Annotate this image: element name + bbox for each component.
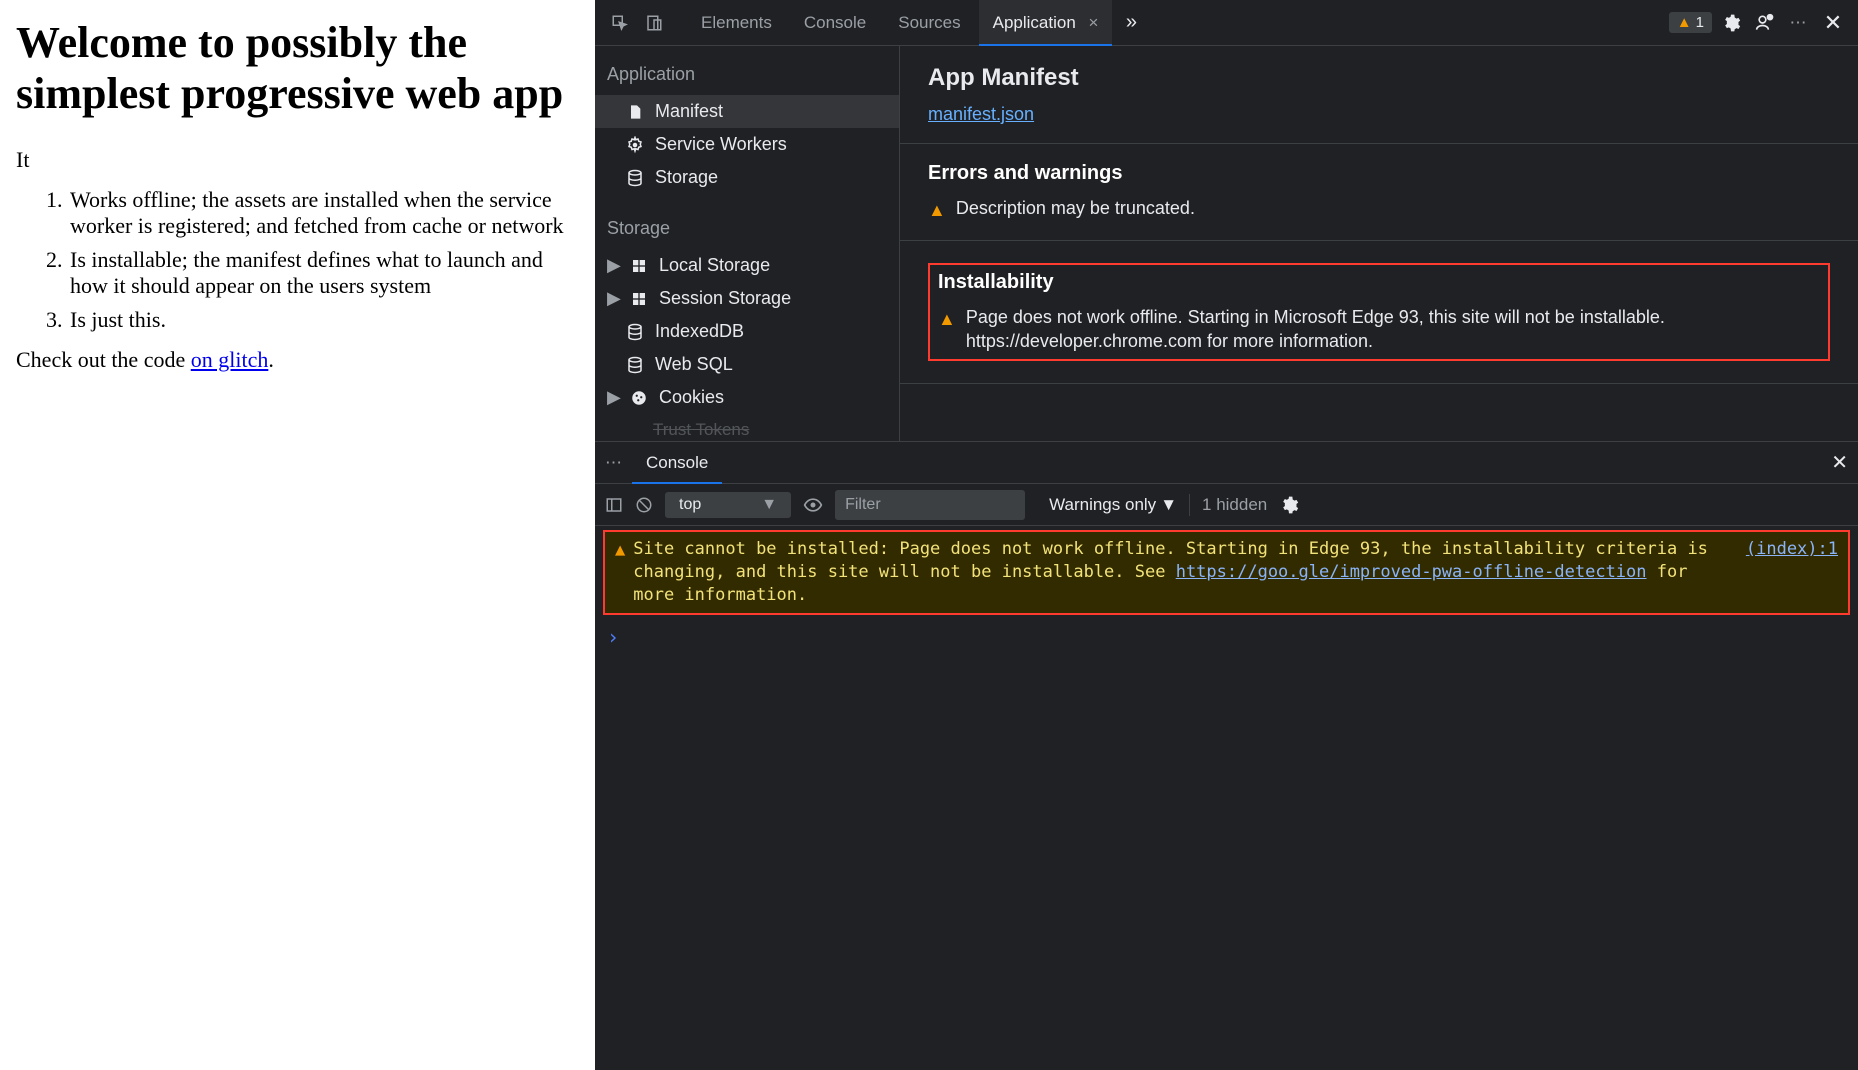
drawer-tabbar: ⋯ Console ✕ [595, 442, 1858, 484]
sidebar-item-storage[interactable]: Storage [595, 161, 899, 194]
clear-console-icon[interactable] [635, 496, 653, 514]
device-toggle-icon[interactable] [639, 8, 669, 38]
warning-icon: ▲ [1677, 14, 1692, 31]
console-warning-text: Site cannot be installed: Page does not … [633, 538, 1738, 607]
application-main: App Manifest manifest.json Errors and wa… [900, 46, 1858, 441]
context-label: top [679, 496, 701, 514]
sidebar-item-trust-tokens[interactable]: Trust Tokens [595, 414, 899, 441]
chevron-right-icon: ▶ [607, 387, 619, 408]
context-selector[interactable]: top ▼ [665, 492, 791, 518]
grid-icon [629, 256, 649, 276]
chevron-right-icon: ▶ [607, 255, 619, 276]
console-link[interactable]: https://goo.gle/improved-pwa-offline-det… [1176, 562, 1647, 582]
sidebar-item-manifest[interactable]: Manifest [595, 95, 899, 128]
live-expression-icon[interactable] [803, 495, 823, 515]
sidebar-item-label: Web SQL [655, 354, 733, 375]
tab-sources[interactable]: Sources [884, 0, 974, 46]
devtools-panel: Elements Console Sources Application × »… [595, 0, 1858, 1070]
sidebar-item-websql[interactable]: Web SQL [595, 348, 899, 381]
installability-heading: Installability [938, 271, 1820, 294]
page-title: Welcome to possibly the simplest progres… [16, 18, 579, 119]
outro-prefix: Check out the code [16, 347, 191, 372]
sidebar-item-label: Local Storage [659, 255, 770, 276]
settings-icon[interactable] [1716, 8, 1746, 38]
sidebar-item-label: Cookies [659, 387, 724, 408]
chevron-right-icon: ▶ [607, 288, 619, 309]
file-icon [625, 102, 645, 122]
installability-text: Page does not work offline. Starting in … [966, 306, 1820, 353]
database-icon [625, 355, 645, 375]
warnings-pill[interactable]: ▲ 1 [1669, 12, 1712, 33]
installability-highlight: Installability ▲ Page does not work offl… [928, 263, 1830, 361]
level-label: Warnings only [1049, 495, 1156, 515]
sidebar-item-label: IndexedDB [655, 321, 744, 342]
filter-input[interactable] [835, 490, 1025, 520]
grid-icon [629, 289, 649, 309]
tab-application[interactable]: Application × [979, 0, 1113, 46]
gear-icon [625, 135, 645, 155]
console-drawer: ⋯ Console ✕ top ▼ Warnings only ▼ [595, 441, 1858, 1070]
sidebar-section-application: Application [595, 54, 899, 95]
devtools-tabbar: Elements Console Sources Application × »… [595, 0, 1858, 46]
cookie-icon [629, 388, 649, 408]
app-manifest-heading: App Manifest [928, 64, 1830, 92]
console-warning-row: ▲ Site cannot be installed: Page does no… [603, 530, 1850, 615]
page-intro: It [16, 147, 579, 173]
sidebar-item-label: Storage [655, 167, 718, 188]
list-item: Works offline; the assets are installed … [68, 187, 579, 239]
warning-icon: ▲ [615, 539, 625, 562]
page-list: Works offline; the assets are installed … [68, 187, 579, 333]
sidebar-item-cookies[interactable]: ▶ Cookies [595, 381, 899, 414]
tab-application-label: Application [993, 13, 1076, 32]
drawer-more-icon[interactable]: ⋯ [605, 453, 624, 473]
errors-heading: Errors and warnings [928, 162, 1830, 185]
sidebar-item-session-storage[interactable]: ▶ Session Storage [595, 282, 899, 315]
console-toolbar: top ▼ Warnings only ▼ 1 hidden [595, 484, 1858, 526]
list-item: Is installable; the manifest defines wha… [68, 247, 579, 299]
page-outro: Check out the code on glitch. [16, 347, 579, 373]
console-source-link[interactable]: (index):1 [1746, 538, 1838, 561]
installability-row: ▲ Page does not work offline. Starting i… [938, 306, 1820, 353]
more-tabs-icon[interactable]: » [1116, 8, 1146, 38]
sidebar-item-label: Manifest [655, 101, 723, 122]
inspect-icon[interactable] [605, 8, 635, 38]
console-settings-icon[interactable] [1279, 495, 1299, 515]
list-item: Is just this. [68, 307, 579, 333]
kebab-icon[interactable]: ⋯ [1784, 8, 1814, 38]
close-devtools-icon[interactable]: ✕ [1818, 8, 1848, 38]
sidebar-item-label: Session Storage [659, 288, 791, 309]
sidebar-item-service-workers[interactable]: Service Workers [595, 128, 899, 161]
close-icon[interactable]: × [1089, 13, 1099, 32]
warning-icon: ▲ [928, 199, 946, 222]
tab-console[interactable]: Console [790, 0, 880, 46]
outro-suffix: . [268, 347, 274, 372]
error-text: Description may be truncated. [956, 197, 1195, 220]
devtools-body: Application Manifest Service Workers Sto… [595, 46, 1858, 441]
web-page: Welcome to possibly the simplest progres… [0, 0, 595, 1070]
drawer-tab-console[interactable]: Console [632, 442, 722, 484]
error-row: ▲ Description may be truncated. [928, 197, 1830, 222]
chevron-down-icon: ▼ [1160, 495, 1177, 515]
database-icon [625, 322, 645, 342]
sidebar-item-local-storage[interactable]: ▶ Local Storage [595, 249, 899, 282]
tab-elements[interactable]: Elements [687, 0, 786, 46]
sidebar-toggle-icon[interactable] [605, 496, 623, 514]
hidden-count[interactable]: 1 hidden [1202, 495, 1267, 515]
chevron-down-icon: ▼ [761, 496, 777, 514]
sidebar-item-indexeddb[interactable]: IndexedDB [595, 315, 899, 348]
sidebar-item-label: Service Workers [655, 134, 787, 155]
level-selector[interactable]: Warnings only ▼ [1049, 495, 1177, 515]
console-prompt[interactable]: › [595, 619, 1858, 655]
close-drawer-icon[interactable]: ✕ [1831, 450, 1848, 475]
console-body: ▲ Site cannot be installed: Page does no… [595, 526, 1858, 1070]
database-icon [625, 168, 645, 188]
manifest-link[interactable]: manifest.json [928, 104, 1034, 124]
sidebar-section-storage: Storage [595, 208, 899, 249]
application-sidebar: Application Manifest Service Workers Sto… [595, 46, 900, 441]
glitch-link[interactable]: on glitch [191, 347, 269, 372]
feedback-icon[interactable] [1750, 8, 1780, 38]
warning-count: 1 [1696, 14, 1704, 31]
warning-icon: ▲ [938, 308, 956, 331]
